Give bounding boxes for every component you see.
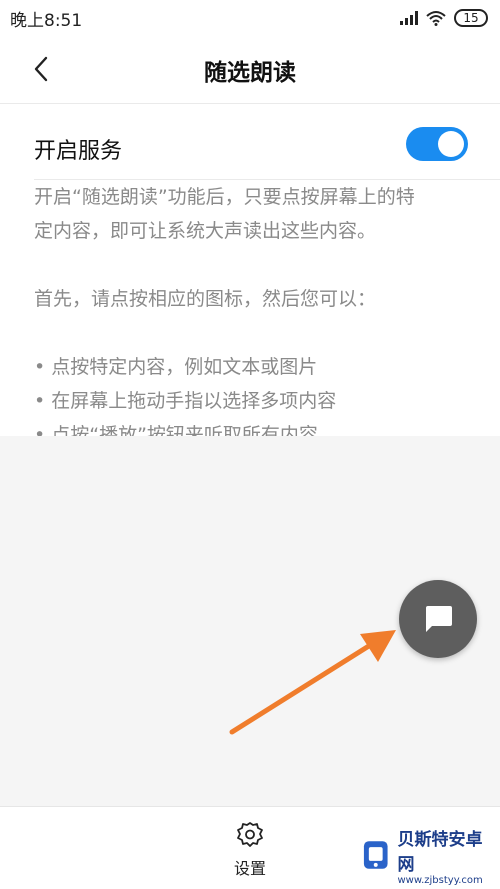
watermark-title: 贝斯特安卓网 [397, 829, 483, 875]
select-to-speak-button[interactable] [399, 580, 477, 658]
status-icons: 15 [400, 9, 488, 27]
back-button[interactable] [26, 54, 56, 84]
status-time: 晚上8:51 [10, 10, 83, 31]
service-row: 开启服务 [34, 118, 500, 180]
bullet-item: 点按“播放”按钮来听取所有内容 [34, 418, 474, 436]
description-line: 开启“随选朗读”功能后，只要点按屏幕上的特 [34, 186, 415, 208]
watermark: 贝斯特安卓网 www.zjbstyy.com [358, 827, 498, 886]
battery-icon: 15 [454, 9, 488, 27]
gear-icon [237, 822, 263, 847]
service-toggle[interactable] [406, 127, 468, 161]
bullet-item: 点按特定内容，例如文本或图片 [34, 350, 474, 384]
chevron-left-icon [34, 56, 48, 82]
description-line: 首先，请点按相应的图标，然后您可以： [34, 288, 377, 310]
toggle-knob [438, 131, 464, 157]
watermark-logo-icon [363, 841, 388, 869]
chat-bubble-icon [426, 606, 452, 632]
description: 开启“随选朗读”功能后，只要点按屏幕上的特 定内容，即可让系统大声读出这些内容。… [34, 180, 474, 436]
description-line: 定内容，即可让系统大声读出这些内容。 [34, 220, 377, 242]
settings-label: 设置 [233, 859, 266, 878]
page-title: 随选朗读 [204, 59, 296, 86]
signal-icon [400, 11, 418, 25]
wifi-icon [426, 11, 446, 26]
status-bar: 晚上8:51 15 [0, 0, 500, 36]
header: 随选朗读 [0, 36, 500, 104]
service-label: 开启服务 [34, 138, 123, 164]
settings-button[interactable]: 设置 [220, 821, 280, 881]
bullet-item: 在屏幕上拖动手指以选择多项内容 [34, 384, 474, 418]
watermark-url: www.zjbstyy.com [397, 874, 483, 886]
bottom-bar: 设置 贝斯特安卓网 www.zjbstyy.com [0, 806, 500, 889]
